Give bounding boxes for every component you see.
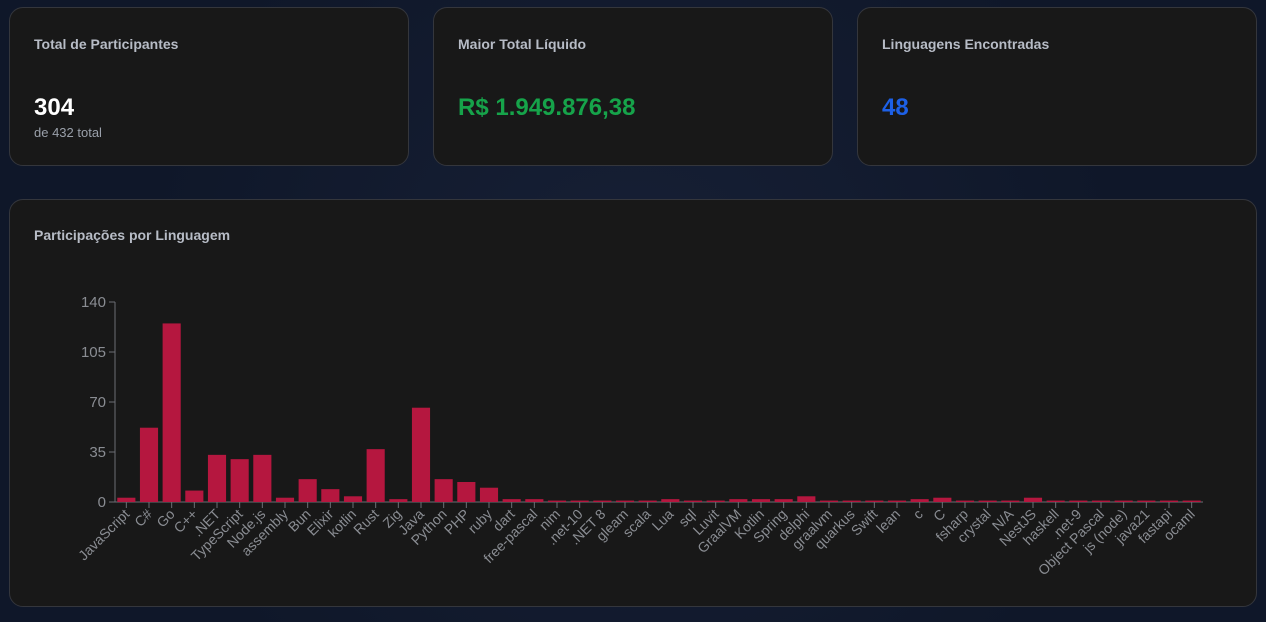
bar[interactable] — [1182, 500, 1201, 502]
bar[interactable] — [615, 500, 635, 502]
x-tick-label: c — [910, 506, 926, 522]
x-tick-label: JavaScript — [75, 506, 133, 564]
bar[interactable] — [978, 500, 997, 502]
x-tick-label: C# — [131, 506, 155, 530]
stat-value: R$ 1.949.876,38 — [458, 94, 636, 121]
bar[interactable] — [434, 479, 453, 502]
chart-card-participations-by-language: Participações por Linguagem 0 35 70 105 140 J… — [9, 199, 1257, 607]
y-tick-label: 140 — [81, 294, 106, 311]
bar[interactable] — [955, 500, 975, 502]
bar[interactable] — [1114, 500, 1133, 502]
bar[interactable] — [1023, 497, 1043, 502]
bar[interactable] — [751, 499, 771, 502]
bar[interactable] — [1046, 500, 1065, 502]
bar[interactable] — [230, 459, 249, 502]
stat-value: 304 — [34, 94, 75, 121]
bar[interactable] — [570, 500, 589, 502]
stat-card-highest-net-total: Maior Total Líquido R$ 1.949.876,38 — [433, 7, 833, 166]
bar[interactable] — [1091, 500, 1111, 502]
bar[interactable] — [275, 497, 295, 502]
bar[interactable] — [1137, 500, 1156, 502]
bar[interactable] — [479, 487, 499, 502]
bar[interactable] — [185, 490, 204, 502]
stat-label: Maior Total Líquido — [458, 36, 587, 52]
bar[interactable] — [661, 499, 680, 502]
bar[interactable] — [525, 499, 544, 502]
bar[interactable] — [819, 500, 839, 502]
bar[interactable] — [457, 482, 476, 502]
bar[interactable] — [683, 500, 703, 502]
stat-label: Linguagens Encontradas — [882, 36, 1050, 52]
bar[interactable] — [887, 500, 907, 502]
bar[interactable] — [1159, 500, 1179, 502]
bar[interactable] — [502, 499, 521, 502]
bar[interactable] — [729, 499, 748, 502]
stat-subtext: de 432 total — [34, 125, 102, 140]
bar[interactable] — [389, 499, 408, 502]
bar[interactable] — [706, 500, 725, 502]
stat-card-total-participants: Total de Participantes 304 de 432 total — [9, 7, 409, 166]
bar[interactable] — [162, 323, 181, 502]
bar[interactable] — [253, 454, 272, 502]
stat-label: Total de Participantes — [34, 36, 179, 52]
bar[interactable] — [1069, 500, 1088, 502]
bar[interactable] — [842, 500, 861, 502]
bar[interactable] — [1001, 500, 1020, 502]
stat-value: 48 — [882, 94, 909, 121]
x-tick-label: Rust — [350, 506, 382, 538]
bar[interactable] — [321, 489, 340, 502]
bar[interactable] — [638, 500, 657, 502]
bar-chart: 03570105140JavaScriptC#GoC++.NETTypeScri… — [75, 294, 1203, 578]
y-tick-label: 35 — [89, 444, 106, 461]
bar[interactable] — [774, 499, 793, 502]
y-tick-label: 70 — [89, 394, 106, 411]
bar[interactable] — [139, 427, 159, 502]
bar[interactable] — [547, 500, 567, 502]
bar[interactable] — [797, 496, 816, 502]
bar[interactable] — [298, 479, 317, 502]
bar[interactable] — [411, 407, 431, 502]
bar[interactable] — [933, 497, 952, 502]
bar[interactable] — [343, 496, 363, 502]
y-tick-label: 105 — [81, 344, 106, 361]
bar[interactable] — [910, 499, 929, 502]
y-tick-label: 0 — [98, 494, 106, 511]
bar[interactable] — [207, 454, 227, 502]
x-tick-label: Lua — [649, 506, 677, 534]
stat-card-languages-found: Linguagens Encontradas 48 — [857, 7, 1257, 166]
bar[interactable] — [366, 449, 385, 502]
bar[interactable] — [865, 500, 884, 502]
x-tick-label: lean — [873, 506, 903, 536]
bar[interactable] — [593, 500, 612, 502]
bar[interactable] — [117, 497, 136, 502]
